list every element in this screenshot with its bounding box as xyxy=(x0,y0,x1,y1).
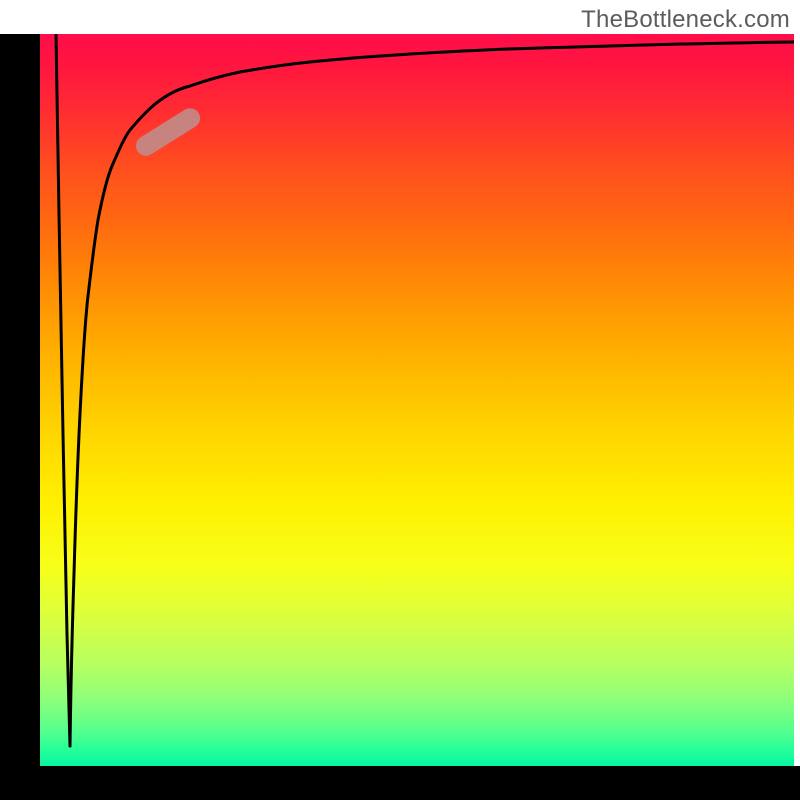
curve-layer xyxy=(40,34,794,766)
highlight-pill xyxy=(132,104,204,159)
chart-container: TheBottleneck.com xyxy=(0,0,800,800)
spike-line xyxy=(56,34,70,746)
plot-area xyxy=(40,34,794,766)
main-curve xyxy=(70,42,794,746)
watermark-text: TheBottleneck.com xyxy=(581,6,790,34)
y-axis xyxy=(0,34,40,766)
marker-layer xyxy=(40,34,794,766)
x-axis xyxy=(0,766,800,800)
